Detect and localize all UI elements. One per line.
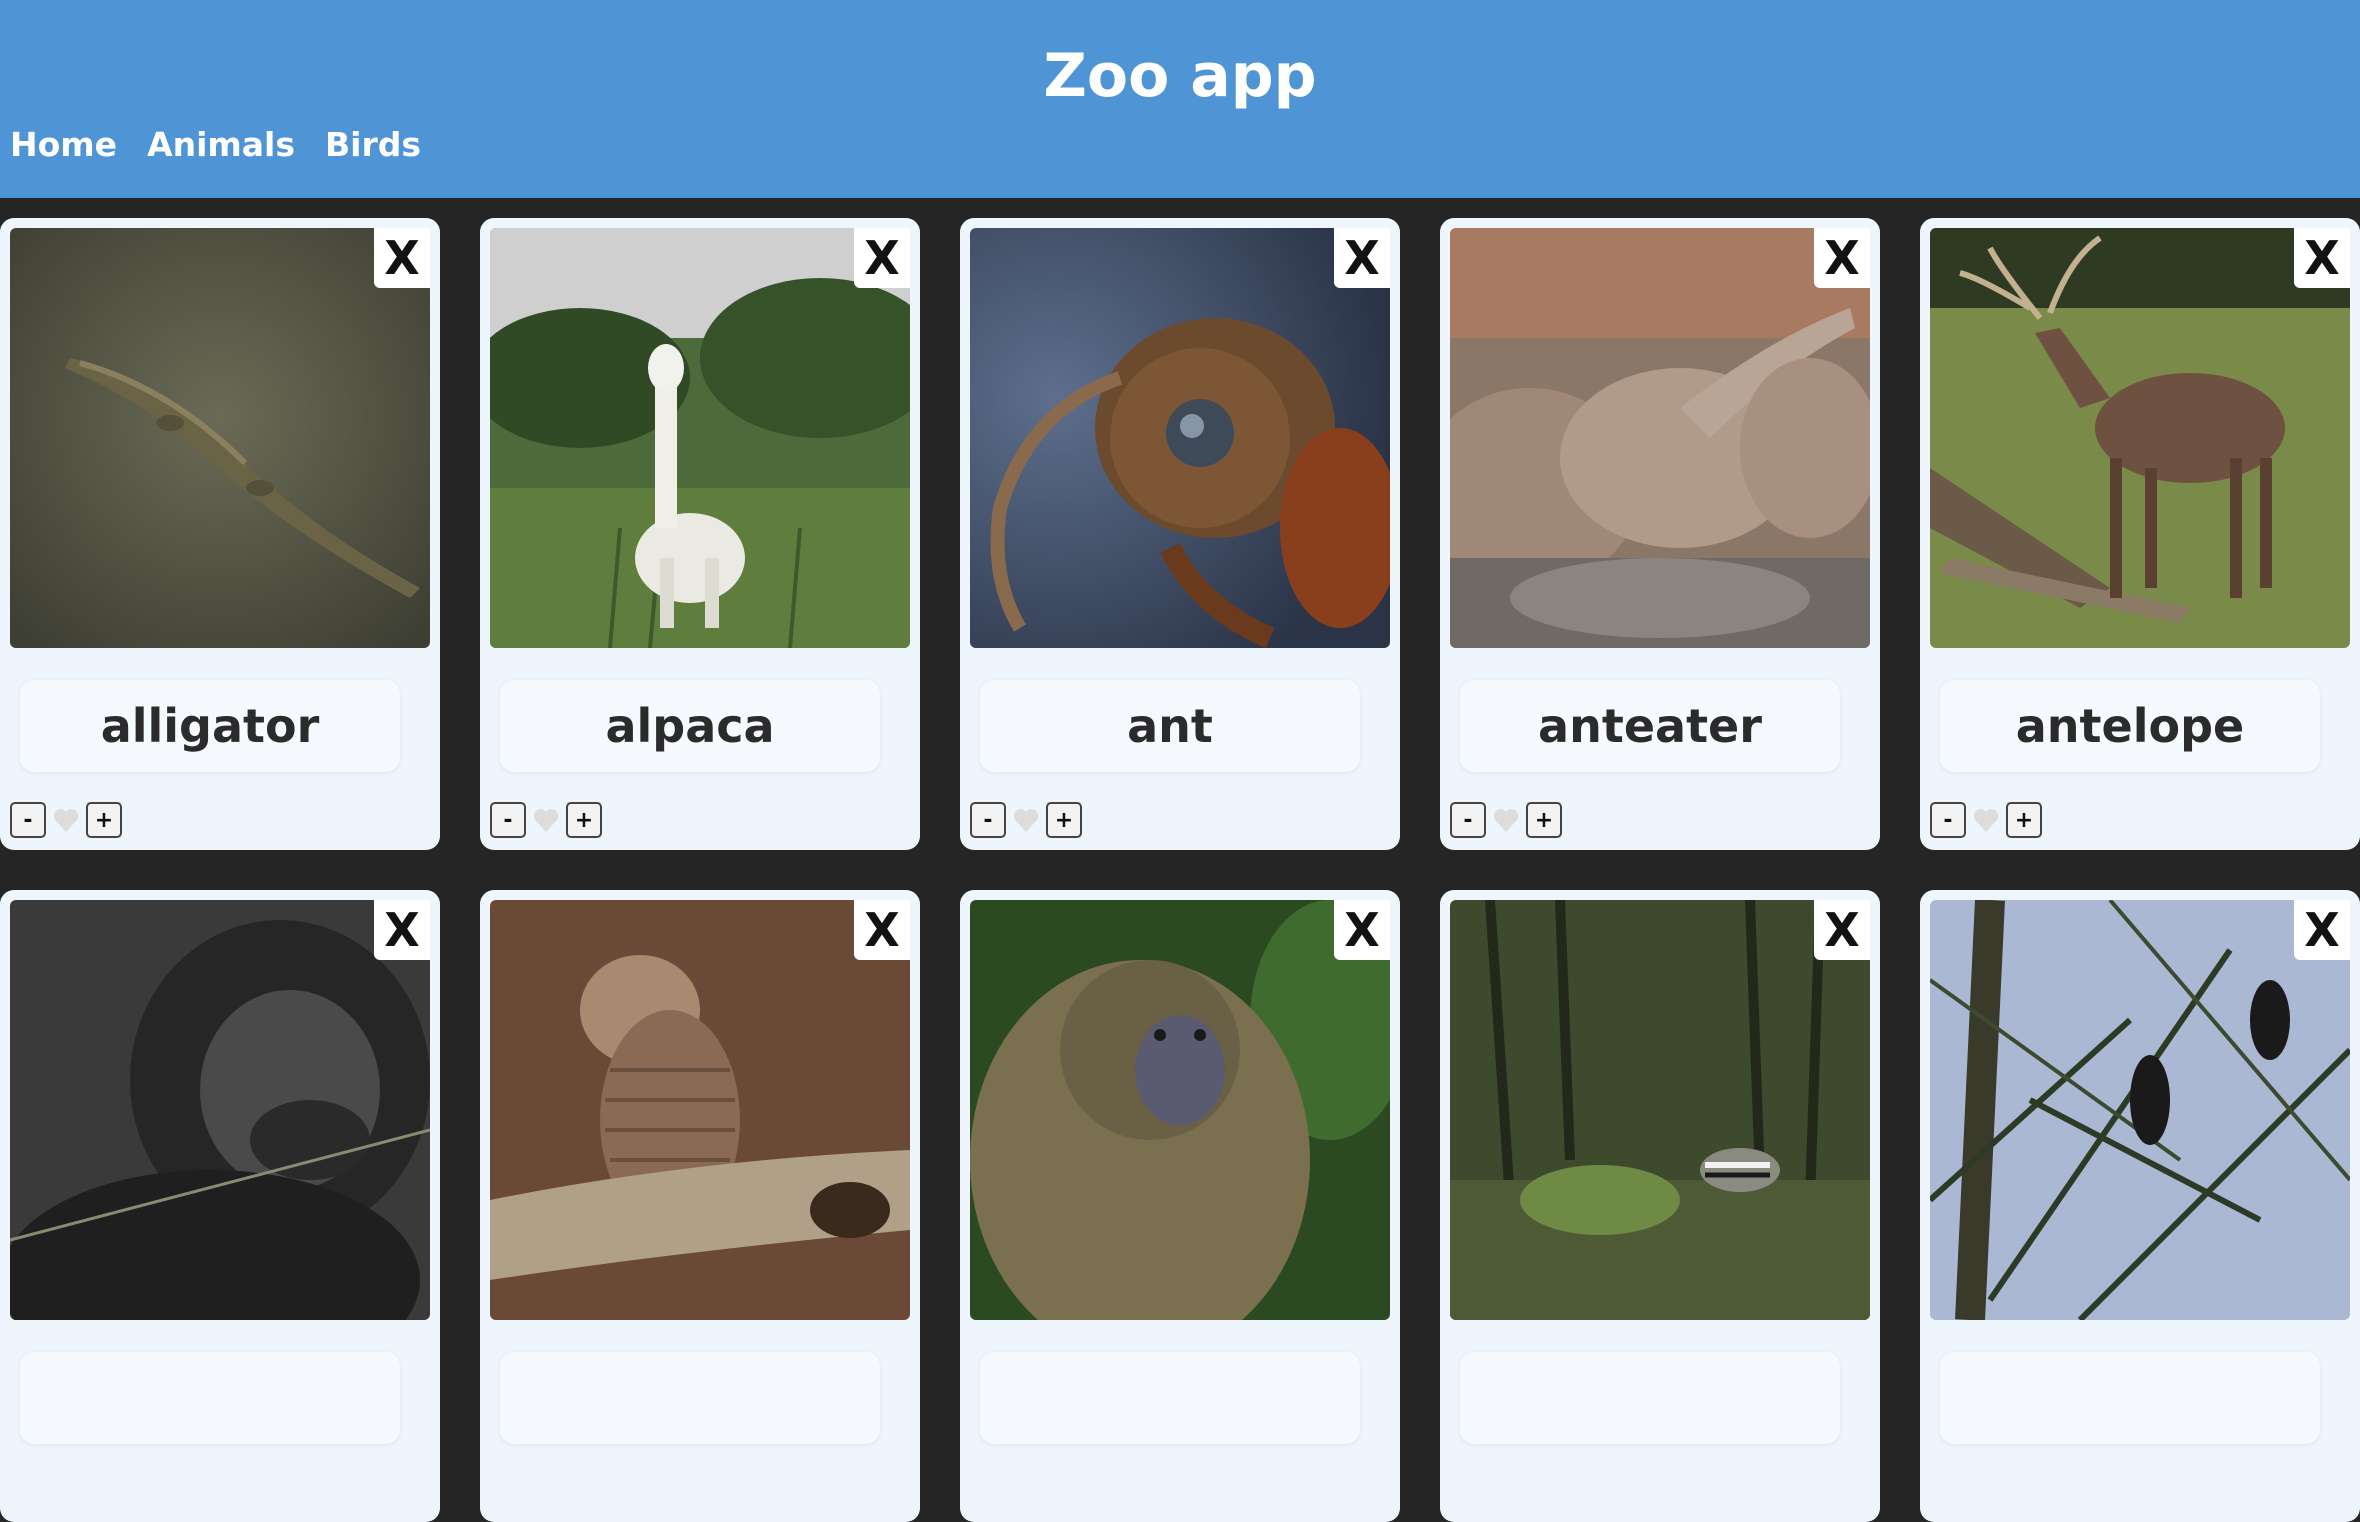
minus-button[interactable]: -	[10, 802, 46, 838]
antelope-photo	[1930, 228, 2350, 648]
close-button[interactable]: X	[374, 900, 430, 960]
nav-animals-link[interactable]: Animals	[147, 120, 295, 170]
close-button[interactable]: X	[374, 228, 430, 288]
nav-birds-link[interactable]: Birds	[325, 120, 421, 170]
heart-icon	[1490, 804, 1522, 836]
nav-bar: Home Animals Birds	[10, 120, 451, 170]
bat-photo	[1930, 900, 2350, 1320]
alligator-photo	[10, 228, 430, 648]
close-button[interactable]: X	[854, 228, 910, 288]
favorite-controls: - +	[10, 800, 122, 840]
animal-name	[500, 1352, 880, 1444]
animal-name: alligator	[20, 680, 400, 772]
alpaca-photo	[490, 228, 910, 648]
animal-name: ant	[980, 680, 1360, 772]
badger-photo	[1450, 900, 1870, 1320]
plus-button[interactable]: +	[1526, 802, 1562, 838]
close-button[interactable]: X	[854, 900, 910, 960]
close-button[interactable]: X	[2294, 900, 2350, 960]
heart-icon	[530, 804, 562, 836]
animal-name: antelope	[1940, 680, 2320, 772]
animal-name	[1460, 1352, 1840, 1444]
close-button[interactable]: X	[1814, 228, 1870, 288]
animal-card: X	[1440, 890, 1880, 1522]
favorite-controls: - +	[1930, 800, 2042, 840]
animal-card: X alpaca - +	[480, 218, 920, 850]
plus-button[interactable]: +	[86, 802, 122, 838]
ant-photo	[970, 228, 1390, 648]
plus-button[interactable]: +	[566, 802, 602, 838]
animal-name: anteater	[1460, 680, 1840, 772]
heart-icon	[1970, 804, 2002, 836]
favorite-controls: - +	[1450, 800, 1562, 840]
close-button[interactable]: X	[2294, 228, 2350, 288]
heart-icon	[1010, 804, 1042, 836]
minus-button[interactable]: -	[490, 802, 526, 838]
animal-name: alpaca	[500, 680, 880, 772]
animal-name	[20, 1352, 400, 1444]
heart-icon	[50, 804, 82, 836]
favorite-controls: - +	[490, 800, 602, 840]
animal-card: X	[960, 890, 1400, 1522]
animal-name	[1940, 1352, 2320, 1444]
nav-home-link[interactable]: Home	[10, 120, 117, 170]
animal-card: X	[480, 890, 920, 1522]
animal-card: X	[1920, 890, 2360, 1522]
animal-card: X antelope - +	[1920, 218, 2360, 850]
favorite-controls: - +	[970, 800, 1082, 840]
minus-button[interactable]: -	[1930, 802, 1966, 838]
armadillo-photo	[490, 900, 910, 1320]
close-button[interactable]: X	[1334, 228, 1390, 288]
ape-photo	[10, 900, 430, 1320]
close-button[interactable]: X	[1334, 900, 1390, 960]
animal-card: X alligator - +	[0, 218, 440, 850]
app-title: Zoo app	[1043, 41, 1317, 111]
animal-card: X	[0, 890, 440, 1522]
app-header: Zoo app Home Animals Birds	[0, 0, 2360, 198]
anteater-photo	[1450, 228, 1870, 648]
plus-button[interactable]: +	[2006, 802, 2042, 838]
animal-name	[980, 1352, 1360, 1444]
animal-card: X ant - +	[960, 218, 1400, 850]
baboon-photo	[970, 900, 1390, 1320]
plus-button[interactable]: +	[1046, 802, 1082, 838]
close-button[interactable]: X	[1814, 900, 1870, 960]
animal-card: X anteater - +	[1440, 218, 1880, 850]
minus-button[interactable]: -	[970, 802, 1006, 838]
minus-button[interactable]: -	[1450, 802, 1486, 838]
